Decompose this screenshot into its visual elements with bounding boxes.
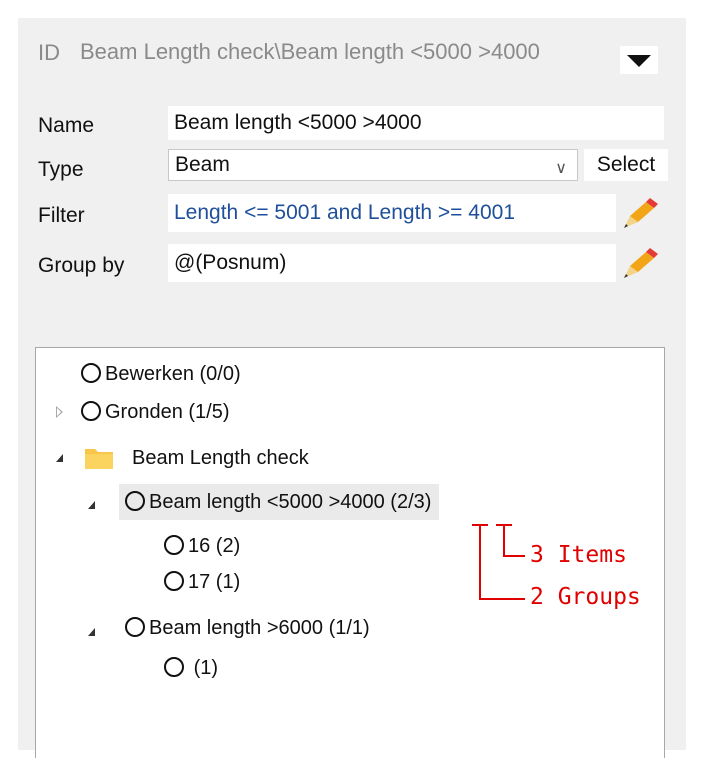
annotation-line-groups	[479, 524, 481, 600]
type-label: Type	[38, 158, 84, 181]
radio-circle-icon	[164, 570, 184, 591]
radio-circle-icon	[125, 490, 145, 511]
annotation-groups-label: 2 Groups	[530, 584, 641, 610]
collapse-arrow-icon[interactable]	[88, 501, 95, 509]
tree-item-label: 16 (2)	[188, 535, 241, 557]
tree-item-label: Beam length >6000 (1/1)	[149, 617, 370, 639]
annotation-line-items-h	[503, 555, 525, 557]
radio-circle-icon	[81, 362, 101, 383]
tree-item-group-16[interactable]: 16 (2)	[164, 530, 240, 562]
type-combobox[interactable]: Beam ∨	[168, 149, 578, 181]
id-label: ID	[38, 40, 60, 65]
rule-tree: Bewerken (0/0) Gronden (1/5) Beam Length…	[35, 347, 665, 758]
tree-item-label: Beam length <5000 >4000 (2/3)	[149, 491, 432, 513]
tree-item-label: (1)	[193, 657, 219, 679]
tree-item-group-17[interactable]: 17 (1)	[164, 566, 240, 598]
pencil-icon[interactable]	[620, 246, 660, 280]
chevron-down-icon: ∨	[555, 160, 567, 177]
name-label: Name	[38, 114, 95, 137]
name-input[interactable]: Beam length <5000 >4000	[168, 106, 664, 140]
tree-item-label: Gronden (1/5)	[105, 401, 230, 423]
annotation-line-groups-h	[479, 598, 525, 600]
collapse-arrow-icon[interactable]	[56, 454, 63, 462]
tree-item-rule-5000-4000[interactable]: Beam length <5000 >4000 (2/3)	[119, 484, 440, 520]
properties-panel: ID Beam Length check\Beam length <5000 >…	[18, 18, 686, 758]
select-button[interactable]: Select	[584, 149, 668, 181]
radio-circle-icon	[125, 616, 145, 637]
collapse-arrow-icon[interactable]	[88, 628, 95, 636]
pencil-icon[interactable]	[620, 196, 660, 230]
group-by-input[interactable]: @(Posnum)	[168, 244, 616, 282]
folder-icon	[85, 449, 113, 469]
tree-item-gronden[interactable]: Gronden (1/5)	[81, 396, 230, 428]
tree-item-group-empty[interactable]: (1)	[164, 652, 218, 684]
tree-item-label: 17 (1)	[188, 571, 241, 593]
filter-input[interactable]: Length <= 5001 and Length >= 4001	[168, 194, 616, 232]
annotation-line-items	[503, 524, 505, 557]
tree-item-bewerken[interactable]: Bewerken (0/0)	[81, 358, 241, 390]
radio-circle-icon	[164, 656, 184, 677]
rule-path-title: Beam Length check\Beam length <5000 >400…	[80, 39, 540, 64]
tree-item-rule-6000[interactable]: Beam length >6000 (1/1)	[125, 612, 370, 644]
dropdown-arrow-icon	[627, 55, 651, 67]
annotation-items-label: 3 Items	[530, 542, 627, 568]
expand-arrow-icon[interactable]	[56, 406, 63, 418]
group-by-label: Group by	[38, 254, 125, 277]
filter-label: Filter	[38, 204, 85, 227]
type-value: Beam	[175, 153, 230, 176]
radio-circle-icon	[164, 534, 184, 555]
tree-item-folder[interactable]: Beam Length check	[132, 442, 309, 474]
header-dropdown-button[interactable]	[620, 46, 658, 74]
radio-circle-icon	[81, 400, 101, 421]
tree-item-label: Bewerken (0/0)	[105, 363, 241, 385]
